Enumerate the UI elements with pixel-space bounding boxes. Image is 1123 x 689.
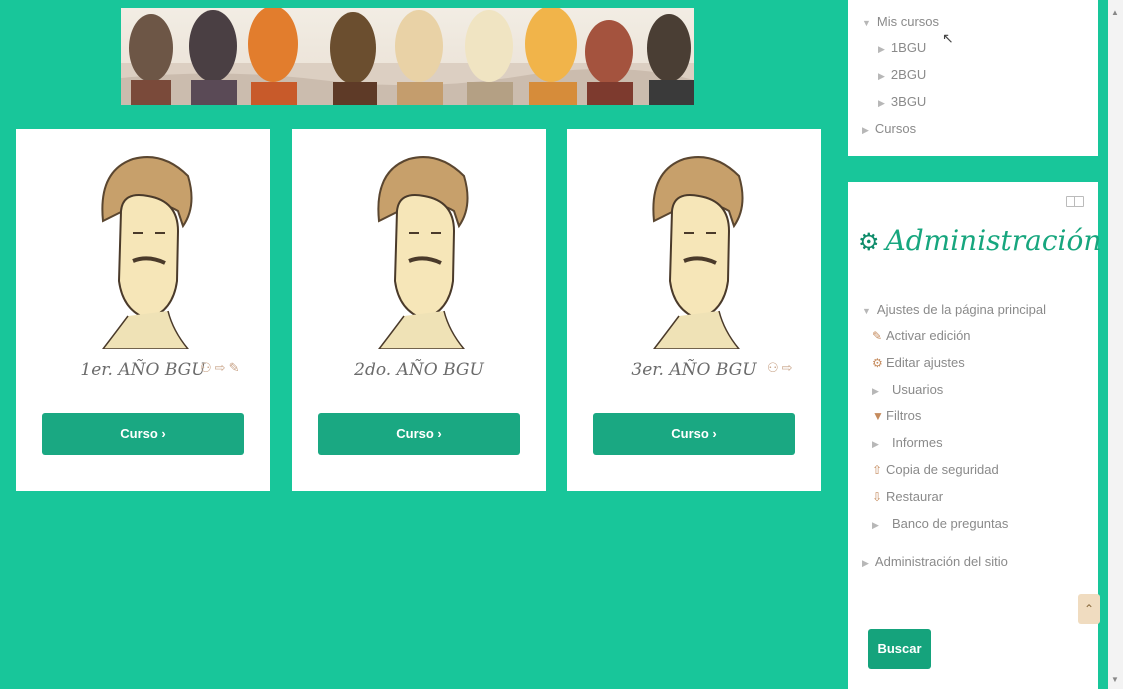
- search-button[interactable]: Buscar: [868, 629, 931, 669]
- admin-item-copia-seguridad[interactable]: ⇧ Copia de seguridad: [872, 462, 999, 477]
- course-title[interactable]: 2do. AÑO BGU: [292, 360, 546, 380]
- pencil-icon: ✎: [872, 329, 883, 343]
- caret-right-icon: ▶: [872, 386, 879, 396]
- scrollbar[interactable]: ▲ ▼: [1108, 0, 1123, 689]
- admin-section[interactable]: ▼ Ajustes de la página principal: [862, 302, 1046, 317]
- admin-item-restaurar[interactable]: ⇩ Restaurar: [872, 489, 943, 504]
- admin-item-informes[interactable]: ▶ Informes: [872, 435, 943, 450]
- course-icons: ⚇ ⇨: [767, 360, 796, 376]
- nav-course-1bgu[interactable]: ▶ 1BGU: [878, 40, 926, 55]
- nav-course-2bgu[interactable]: ▶ 2BGU: [878, 67, 926, 82]
- course-button[interactable]: Curso ›: [593, 413, 795, 455]
- navigation-block: ▼ Mis cursos ▶ 1BGU ▶ 2BGU ▶ 3BGU ▶ Cursos ↖: [848, 0, 1098, 156]
- caret-down-icon: ▼: [862, 18, 871, 28]
- enrol-icon[interactable]: ⇨: [215, 360, 226, 375]
- gear-icon: ⚙: [872, 356, 883, 370]
- admin-title: ⚙ Administración: [858, 224, 1102, 257]
- upload-icon: ⇧: [872, 463, 883, 477]
- mouse-cursor-icon: ↖: [942, 30, 954, 46]
- caret-right-icon: ▶: [862, 125, 869, 135]
- course-button[interactable]: Curso ›: [42, 413, 244, 455]
- header-banner-image: [121, 8, 694, 105]
- right-border: [1100, 0, 1108, 689]
- nav-course-3bgu[interactable]: ▶ 3BGU: [878, 94, 926, 109]
- scroll-to-top-button[interactable]: ⌃: [1078, 594, 1100, 624]
- edit-icon[interactable]: ✎: [229, 360, 240, 375]
- course-icons: ⚇ ⇨ ✎: [200, 360, 242, 376]
- download-icon: ⇩: [872, 490, 883, 504]
- nav-my-courses[interactable]: ▼ Mis cursos: [862, 14, 939, 29]
- course-image: [101, 156, 193, 349]
- admin-item-banco-preguntas[interactable]: ▶ Banco de preguntas: [872, 516, 1008, 531]
- caret-right-icon: ▶: [872, 520, 879, 530]
- admin-item-filtros[interactable]: ▼ Filtros: [872, 408, 921, 423]
- course-card-1: 1er. AÑO BGU ⚇ ⇨ ✎ Curso ›: [16, 129, 270, 491]
- caret-right-icon: ▶: [878, 71, 885, 81]
- caret-right-icon: ▶: [878, 98, 885, 108]
- course-card-3: 3er. AÑO BGU ⚇ ⇨ Curso ›: [567, 129, 821, 491]
- course-card-2: 2do. AÑO BGU Curso ›: [292, 129, 546, 491]
- user-icon[interactable]: ⚇: [200, 360, 212, 375]
- scroll-up-icon[interactable]: ▲: [1111, 8, 1119, 17]
- course-button[interactable]: Curso ›: [318, 413, 520, 455]
- user-icon[interactable]: ⚇: [767, 360, 779, 375]
- admin-item-activar-edicion[interactable]: ✎ Activar edición: [872, 328, 971, 343]
- nav-courses[interactable]: ▶ Cursos: [862, 121, 916, 136]
- admin-site-administration[interactable]: ▶ Administración del sitio: [862, 554, 1008, 569]
- caret-down-icon: ▼: [862, 306, 871, 316]
- course-image: [652, 156, 744, 349]
- admin-item-usuarios[interactable]: ▶ Usuarios: [872, 382, 943, 397]
- caret-right-icon: ▶: [878, 44, 885, 54]
- administration-block: ⚙ Administración ▼ Ajustes de la página pr…: [848, 182, 1102, 689]
- course-image: [377, 156, 469, 349]
- gears-icon: ⚙: [858, 228, 880, 256]
- admin-item-editar-ajustes[interactable]: ⚙ Editar ajustes: [872, 355, 965, 370]
- dock-icon[interactable]: [1066, 196, 1084, 207]
- caret-right-icon: ▶: [872, 439, 879, 449]
- scroll-down-icon[interactable]: ▼: [1111, 675, 1119, 684]
- caret-right-icon: ▶: [862, 558, 869, 568]
- filter-icon: ▼: [872, 409, 884, 423]
- enrol-icon[interactable]: ⇨: [782, 360, 793, 375]
